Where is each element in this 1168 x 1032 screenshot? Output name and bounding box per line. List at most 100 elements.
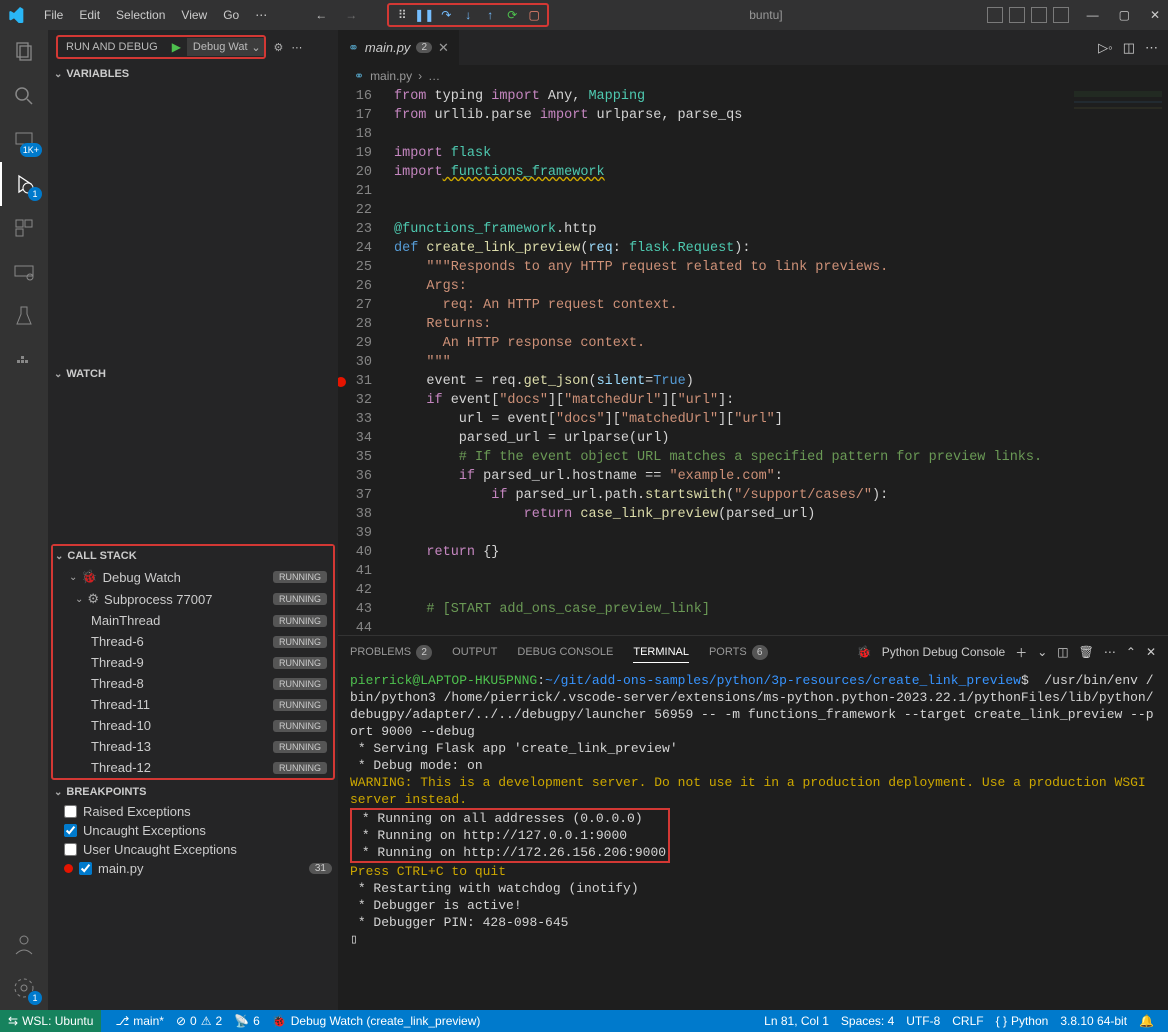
layout-panel-icon[interactable] <box>987 7 1003 23</box>
chevron-down-icon[interactable]: ⌄ <box>1037 645 1047 659</box>
search-icon[interactable] <box>0 74 48 118</box>
indentation[interactable]: Spaces: 4 <box>835 1014 900 1028</box>
thread-item[interactable]: Thread-8RUNNING <box>53 673 333 694</box>
thread-item[interactable]: Thread-12RUNNING <box>53 757 333 778</box>
restart-icon[interactable]: ⟳ <box>503 6 521 24</box>
section-variables[interactable]: ⌄VARIABLES <box>48 64 338 84</box>
gear-icon[interactable]: ⚙ <box>274 41 284 54</box>
tab-main-py[interactable]: ⚭ main.py 2 ✕ <box>338 30 460 65</box>
cursor-position[interactable]: Ln 81, Col 1 <box>758 1014 835 1028</box>
menu-view[interactable]: View <box>173 4 215 26</box>
tab-badge: 2 <box>416 42 432 53</box>
testing-icon[interactable] <box>0 294 48 338</box>
thread-item[interactable]: Thread-6RUNNING <box>53 631 333 652</box>
callstack-root[interactable]: ⌄🐞Debug WatchRUNNING <box>53 566 333 588</box>
nav-back-icon[interactable]: ← <box>315 8 327 22</box>
menu-more-icon[interactable]: ⋯ <box>247 4 275 26</box>
remote-explorer-icon[interactable]: 1K+ <box>0 118 48 162</box>
tab-debug-console[interactable]: DEBUG CONSOLE <box>517 642 613 662</box>
problems-status[interactable]: ⊘0 ⚠2 <box>170 1014 228 1028</box>
thread-item[interactable]: Thread-9RUNNING <box>53 652 333 673</box>
new-terminal-icon[interactable]: ＋ <box>1015 644 1027 661</box>
stop-icon[interactable]: ▢ <box>525 6 543 24</box>
tab-bar: ⚭ main.py 2 ✕ ▷◦ ◫ ⋯ <box>338 30 1168 65</box>
nav-forward-icon[interactable]: → <box>345 8 357 22</box>
thread-item[interactable]: MainThreadRUNNING <box>53 610 333 631</box>
trash-icon[interactable]: 🗑 <box>1079 645 1094 659</box>
settings-icon[interactable]: 1 <box>0 966 48 1010</box>
split-editor-icon[interactable]: ◫ <box>1123 40 1135 56</box>
play-icon[interactable]: ▶ <box>166 40 187 54</box>
code-editor[interactable]: from typing import Any, Mapping from url… <box>386 87 1168 635</box>
encoding[interactable]: UTF-8 <box>900 1014 946 1028</box>
minimize-icon[interactable]: — <box>1087 8 1099 22</box>
tab-terminal[interactable]: TERMINAL <box>633 642 689 663</box>
terminal-profile[interactable]: Python Debug Console <box>882 645 1005 659</box>
section-breakpoints[interactable]: ⌄BREAKPOINTS <box>48 782 338 802</box>
close-icon[interactable]: ✕ <box>1150 8 1160 22</box>
debug-status[interactable]: 🐞Debug Watch (create_link_preview) <box>266 1014 487 1028</box>
menu-file[interactable]: File <box>36 4 71 26</box>
extensions-icon[interactable] <box>0 206 48 250</box>
layout-panel-icon[interactable] <box>1031 7 1047 23</box>
pause-icon[interactable]: ❚❚ <box>415 6 433 24</box>
more-icon[interactable]: ⋯ <box>291 41 302 54</box>
bp-uncaught[interactable]: Uncaught Exceptions <box>48 821 338 840</box>
tab-output[interactable]: OUTPUT <box>452 642 497 662</box>
minimap[interactable] <box>1068 87 1168 635</box>
thread-item[interactable]: Thread-13RUNNING <box>53 736 333 757</box>
split-terminal-icon[interactable]: ◫ <box>1057 645 1068 659</box>
layout-panel-icon[interactable] <box>1009 7 1025 23</box>
badge: 1K+ <box>20 143 42 157</box>
sidebar-header: RUN AND DEBUG ▶ Debug Wat ⌄ ⚙ ⋯ <box>48 30 338 64</box>
step-out-icon[interactable]: ↑ <box>481 6 499 24</box>
remote-icon[interactable] <box>0 250 48 294</box>
remote-indicator[interactable]: ⇆WSL: Ubuntu <box>0 1010 101 1032</box>
terminal-output[interactable]: pierrick@LAPTOP-HKU5PNNG:~/git/add-ons-s… <box>338 668 1168 1010</box>
bp-raised[interactable]: Raised Exceptions <box>48 802 338 821</box>
thread-item[interactable]: Thread-11RUNNING <box>53 694 333 715</box>
drag-handle-icon[interactable]: ⠿ <box>393 6 411 24</box>
explorer-icon[interactable] <box>0 30 48 74</box>
badge: 1 <box>28 991 42 1005</box>
bp-user-uncaught[interactable]: User Uncaught Exceptions <box>48 840 338 859</box>
eol[interactable]: CRLF <box>946 1014 989 1028</box>
step-into-icon[interactable]: ↓ <box>459 6 477 24</box>
section-watch[interactable]: ⌄WATCH <box>48 364 338 384</box>
python-version[interactable]: 3.8.10 64-bit <box>1054 1014 1133 1028</box>
tab-problems[interactable]: PROBLEMS2 <box>350 641 432 664</box>
more-icon[interactable]: ⋯ <box>1145 40 1158 56</box>
section-callstack[interactable]: ⌄CALL STACK <box>53 546 333 566</box>
close-icon[interactable]: ✕ <box>438 40 449 56</box>
docker-icon[interactable] <box>0 338 48 382</box>
panel-tabs: PROBLEMS2 OUTPUT DEBUG CONSOLE TERMINAL … <box>338 636 1168 668</box>
bp-file[interactable]: main.py31 <box>48 859 338 878</box>
menu-selection[interactable]: Selection <box>108 4 173 26</box>
account-icon[interactable] <box>0 922 48 966</box>
maximize-panel-icon[interactable]: ⌃ <box>1126 645 1136 659</box>
language-mode[interactable]: { } Python <box>990 1014 1055 1028</box>
debug-icon[interactable]: 1 <box>0 162 48 206</box>
title-text: buntu] <box>549 8 982 22</box>
error-icon: ⊘ <box>176 1014 186 1028</box>
layout-panel-icon[interactable] <box>1053 7 1069 23</box>
run-file-icon[interactable]: ▷◦ <box>1098 40 1113 56</box>
breakpoint-dot-icon <box>64 864 73 873</box>
more-icon[interactable]: ⋯ <box>1104 645 1116 659</box>
git-branch[interactable]: ⎇main* <box>109 1014 170 1028</box>
thread-item[interactable]: Thread-10RUNNING <box>53 715 333 736</box>
breakpoint-line-31[interactable]: 31 <box>338 372 372 391</box>
breadcrumb[interactable]: ⚭ main.py›… <box>338 65 1168 87</box>
tab-ports[interactable]: PORTS6 <box>709 641 768 664</box>
close-panel-icon[interactable]: ✕ <box>1146 645 1156 659</box>
callstack-subprocess[interactable]: ⌄⚙Subprocess 77007RUNNING <box>53 588 333 610</box>
menu-edit[interactable]: Edit <box>71 4 108 26</box>
maximize-icon[interactable]: ▢ <box>1119 8 1130 22</box>
line-gutter[interactable]: 161718 192021 222324 252627 282930 31 32… <box>338 87 386 635</box>
config-dropdown[interactable]: Debug Wat ⌄ <box>187 38 264 56</box>
menu-go[interactable]: Go <box>215 4 247 26</box>
activity-bar: 1K+ 1 1 <box>0 30 48 1010</box>
notifications-icon[interactable]: 🔔 <box>1133 1014 1160 1028</box>
step-over-icon[interactable]: ↷ <box>437 6 455 24</box>
ports-status[interactable]: 📡6 <box>228 1014 266 1028</box>
